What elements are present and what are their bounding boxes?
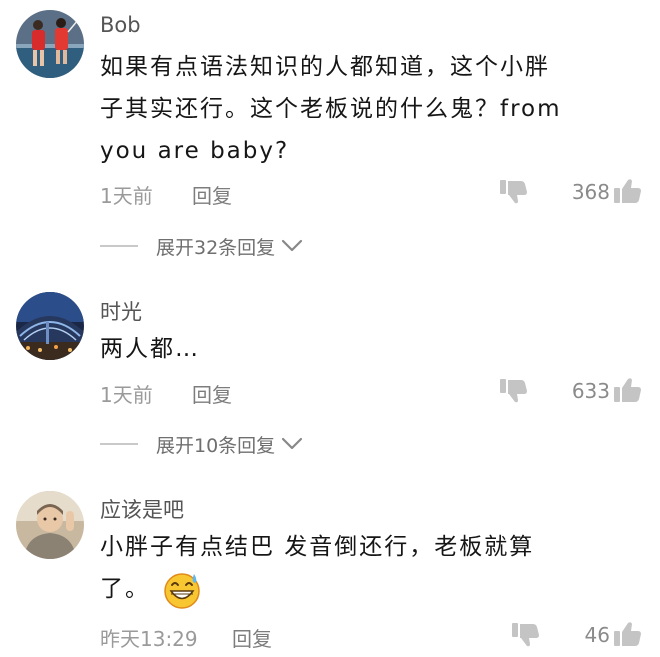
reply-button[interactable]: 回复 [192,379,232,408]
comment-text: 小胖子有点结巴 发音倒还行，老板就算 了。 [100,526,635,610]
expand-replies-label: 展开10条回复 [156,434,276,457]
comment-time: 昨天13:29 [100,627,198,651]
thumbs-up-icon[interactable] [614,178,642,204]
comment-line-text: 了。 [100,576,150,602]
username[interactable]: 应该是吧 [100,494,184,524]
divider [100,245,138,247]
comment-text: 两人都… [100,328,635,370]
avatar[interactable] [16,491,84,559]
building-lights-photo [16,292,84,360]
chevron-down-icon [282,239,303,252]
expand-replies-button[interactable]: 展开32条回复 [100,231,303,261]
username[interactable]: Bob [100,13,141,37]
thumbs-down-icon[interactable] [512,623,540,647]
comment-line: 子其实还行。这个老板说的什么鬼？from [100,96,562,122]
thumbs-down-icon[interactable] [500,180,528,204]
comment-line: 了。 [100,568,635,610]
comment-text: 如果有点语法知识的人都知道，这个小胖 子其实还行。这个老板说的什么鬼？from … [100,46,635,172]
thumbs-down-icon[interactable] [500,379,528,403]
like-count: 633 [571,379,610,403]
divider [100,443,138,445]
boy-hoodie-photo [16,491,84,559]
expand-replies-label: 展开32条回复 [156,236,276,259]
comment-time: 1天前 [100,383,153,407]
thumbs-up-icon[interactable] [614,377,642,403]
reply-button[interactable]: 回复 [232,623,272,652]
badminton-players-photo [16,10,84,78]
reply-button[interactable]: 回复 [192,180,232,209]
comment-feed: Bob 如果有点语法知识的人都知道，这个小胖 子其实还行。这个老板说的什么鬼？f… [0,0,660,657]
comment-line: you are baby? [100,138,290,164]
avatar[interactable] [16,292,84,360]
username[interactable]: 时光 [100,296,142,326]
comment-line: 两人都… [100,336,200,362]
thumbs-up-icon[interactable] [614,621,642,647]
chevron-down-icon [282,437,303,450]
comment-time: 1天前 [100,184,153,208]
grinning-sweat-emoji [164,572,200,609]
comment-line: 小胖子有点结巴 发音倒还行，老板就算 [100,534,535,560]
comment-line: 如果有点语法知识的人都知道，这个小胖 [100,54,550,80]
like-count: 368 [571,180,610,204]
like-count: 46 [584,623,610,647]
expand-replies-button[interactable]: 展开10条回复 [100,429,303,459]
avatar[interactable] [16,10,84,78]
